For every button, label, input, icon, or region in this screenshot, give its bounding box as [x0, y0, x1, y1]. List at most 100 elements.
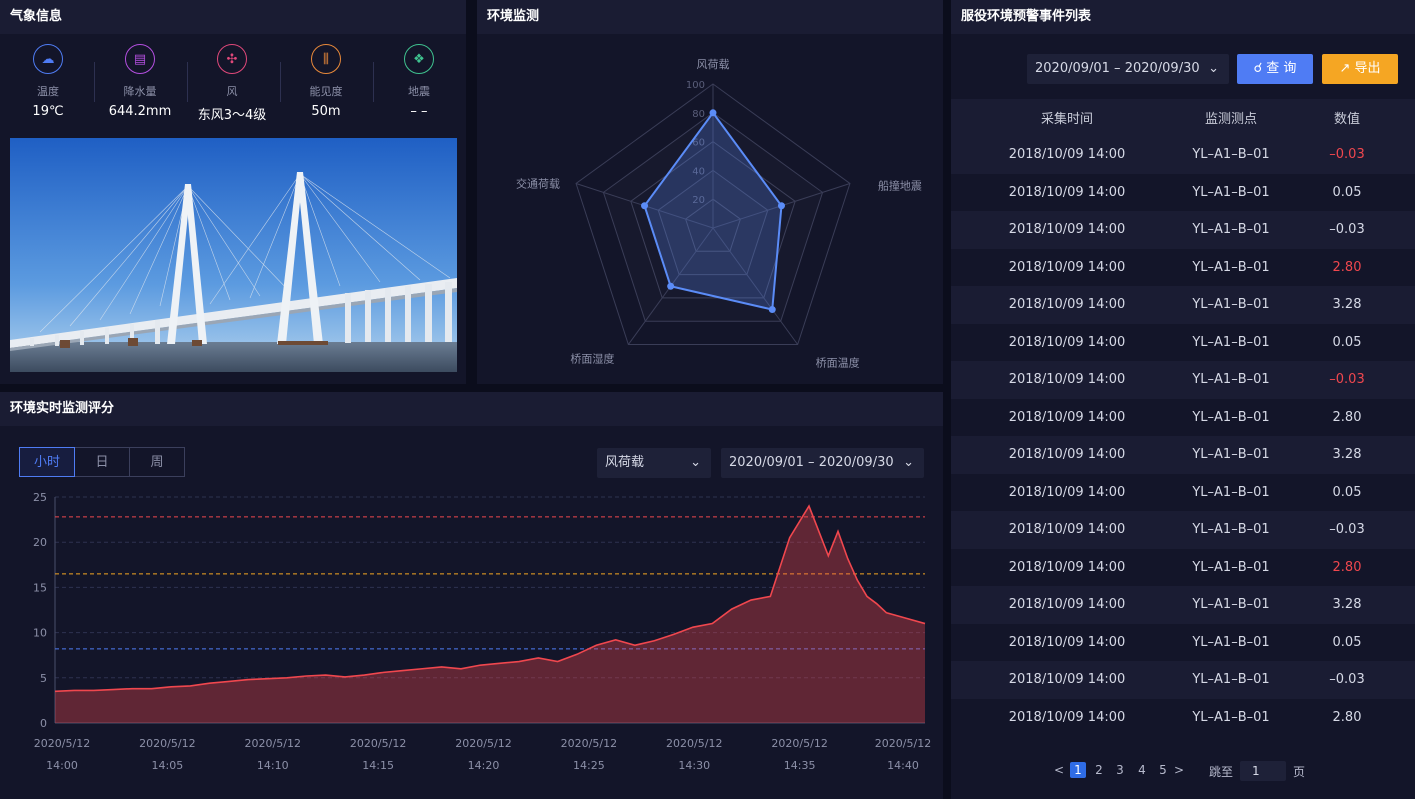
cell-time: 2018/10/09 14:00: [951, 586, 1183, 624]
radar-panel-title: 环境监测: [477, 0, 943, 34]
weather-item-visibility: ⫼ 能见度 50m: [291, 44, 361, 119]
radar-point[interactable]: [768, 306, 776, 314]
cell-point: YL–A1–B–01: [1183, 248, 1279, 286]
radar-point[interactable]: [709, 109, 717, 117]
score-panel: 环境实时监测评分 小时 日 周 风荷载 ⌄ 2020/09/01 – 2020/…: [0, 392, 943, 799]
weather-items: ☁ 温度 19℃ ▤ 降水量 644.2mm ✣ 风 东风3～4级 ⫼ 能见度 …: [0, 34, 466, 134]
next-page-button[interactable]: >: [1171, 762, 1187, 778]
table-row[interactable]: 2018/10/09 14:00 YL–A1–B–01 3.28: [951, 286, 1415, 324]
table-row[interactable]: 2018/10/09 14:00 YL–A1–B–01 0.05: [951, 323, 1415, 361]
cell-point: YL–A1–B–01: [1183, 511, 1279, 549]
pagination: < 1 2 3 4 5 > 跳至 1 页: [951, 760, 1415, 782]
x-tick-label-time: 14:05: [152, 759, 184, 772]
metric-select-value: 风荷载: [605, 455, 645, 470]
cell-value: 0.05: [1279, 323, 1415, 361]
radar-axis-label: 船撞地震: [878, 179, 922, 193]
page-button-5[interactable]: 5: [1155, 762, 1171, 778]
score-date-range-picker[interactable]: 2020/09/01 – 2020/09/30 ⌄: [721, 448, 924, 478]
table-row[interactable]: 2018/10/09 14:00 YL–A1–B–01 –0.03: [951, 661, 1415, 699]
cell-value: 2.80: [1279, 248, 1415, 286]
time-granularity-tabs: 小时 日 周: [19, 447, 185, 477]
column-header-point: 监测测点: [1183, 99, 1279, 136]
x-tick-label-date: 2020/5/12: [561, 737, 617, 750]
cell-point: YL–A1–B–01: [1183, 586, 1279, 624]
table-row[interactable]: 2018/10/09 14:00 YL–A1–B–01 –0.03: [951, 361, 1415, 399]
x-tick-label-date: 2020/5/12: [350, 737, 406, 750]
cell-point: YL–A1–B–01: [1183, 211, 1279, 249]
page-button-3[interactable]: 3: [1112, 762, 1128, 778]
tab-hour[interactable]: 小时: [19, 447, 75, 477]
page-button-1[interactable]: 1: [1070, 762, 1086, 778]
table-row[interactable]: 2018/10/09 14:00 YL–A1–B–01 2.80: [951, 698, 1415, 736]
cell-value: –0.03: [1279, 136, 1415, 174]
table-row[interactable]: 2018/10/09 14:00 YL–A1–B–01 2.80: [951, 248, 1415, 286]
cell-point: YL–A1–B–01: [1183, 361, 1279, 399]
y-tick-label: 5: [40, 672, 47, 685]
tab-week[interactable]: 周: [129, 447, 185, 477]
cell-time: 2018/10/09 14:00: [951, 286, 1183, 324]
cell-value: 2.80: [1279, 548, 1415, 586]
table-row[interactable]: 2018/10/09 14:00 YL–A1–B–01 –0.03: [951, 211, 1415, 249]
weather-panel-title: 气象信息: [0, 0, 466, 34]
radar-tick-label: 80: [692, 109, 705, 120]
table-header-row: 采集时间 监测测点 数值: [951, 99, 1415, 136]
divider: [280, 62, 281, 102]
table-row[interactable]: 2018/10/09 14:00 YL–A1–B–01 3.28: [951, 586, 1415, 624]
weather-label: 能见度: [309, 85, 343, 98]
x-tick-label-date: 2020/5/12: [34, 737, 90, 750]
cell-point: YL–A1–B–01: [1183, 698, 1279, 736]
page-button-4[interactable]: 4: [1134, 762, 1150, 778]
table-row[interactable]: 2018/10/09 14:00 YL–A1–B–01 2.80: [951, 548, 1415, 586]
cell-value: 3.28: [1279, 286, 1415, 324]
cell-time: 2018/10/09 14:00: [951, 323, 1183, 361]
rain-gauge-icon: ▤: [125, 44, 155, 74]
y-tick-label: 25: [33, 491, 47, 504]
cell-value: –0.03: [1279, 511, 1415, 549]
table-row[interactable]: 2018/10/09 14:00 YL–A1–B–01 0.05: [951, 623, 1415, 661]
cell-value: –0.03: [1279, 361, 1415, 399]
date-range-text: 2020/09/01 – 2020/09/30: [1035, 61, 1200, 76]
export-button[interactable]: ↗ 导出: [1322, 54, 1398, 84]
cell-value: 3.28: [1279, 586, 1415, 624]
y-tick-label: 15: [33, 581, 47, 594]
event-date-range-picker[interactable]: 2020/09/01 – 2020/09/30 ⌄: [1027, 54, 1229, 84]
table-row[interactable]: 2018/10/09 14:00 YL–A1–B–01 2.80: [951, 398, 1415, 436]
weather-value: 644.2mm: [108, 104, 172, 119]
cloud-sun-icon: ☁: [33, 44, 63, 74]
radar-tick-label: 100: [686, 80, 705, 91]
page-suffix-label: 页: [1293, 765, 1306, 779]
table-row[interactable]: 2018/10/09 14:00 YL–A1–B–01 –0.03: [951, 511, 1415, 549]
metric-select[interactable]: 风荷载 ⌄: [597, 448, 711, 478]
cell-value: 2.80: [1279, 398, 1415, 436]
table-row[interactable]: 2018/10/09 14:00 YL–A1–B–01 3.28: [951, 436, 1415, 474]
tab-day[interactable]: 日: [74, 447, 130, 477]
cell-time: 2018/10/09 14:00: [951, 511, 1183, 549]
page-button-2[interactable]: 2: [1091, 762, 1107, 778]
table-row[interactable]: 2018/10/09 14:00 YL–A1–B–01 0.05: [951, 473, 1415, 511]
table-row[interactable]: 2018/10/09 14:00 YL–A1–B–01 0.05: [951, 173, 1415, 211]
jump-page-input[interactable]: 1: [1240, 761, 1286, 781]
radar-point[interactable]: [777, 202, 785, 210]
cell-point: YL–A1–B–01: [1183, 548, 1279, 586]
x-tick-label-time: 14:40: [887, 759, 919, 772]
cell-point: YL–A1–B–01: [1183, 136, 1279, 174]
cell-point: YL–A1–B–01: [1183, 173, 1279, 211]
divider: [373, 62, 374, 102]
visibility-bars-icon: ⫼: [311, 44, 341, 74]
weather-item-earthquake: ❖ 地震 – –: [384, 44, 454, 119]
radar-panel: 环境监测 20406080100风荷载船撞地震桥面温度桥面湿度交通荷载: [477, 0, 943, 384]
weather-value: 东风3～4级: [197, 108, 267, 123]
event-list-title: 服役环境预警事件列表: [951, 0, 1415, 34]
cell-time: 2018/10/09 14:00: [951, 661, 1183, 699]
search-icon: ☌: [1253, 61, 1263, 76]
export-button-label: 导出: [1354, 61, 1381, 76]
score-panel-title: 环境实时监测评分: [0, 392, 943, 426]
chevron-down-icon: ⌄: [1208, 61, 1219, 76]
query-button[interactable]: ☌ 查 询: [1237, 54, 1313, 84]
fan-icon: ✣: [217, 44, 247, 74]
prev-page-button[interactable]: <: [1051, 762, 1067, 778]
table-row[interactable]: 2018/10/09 14:00 YL–A1–B–01 –0.03: [951, 136, 1415, 174]
radar-point[interactable]: [667, 282, 675, 290]
radar-point[interactable]: [641, 202, 649, 210]
weather-label: 温度: [37, 85, 59, 98]
